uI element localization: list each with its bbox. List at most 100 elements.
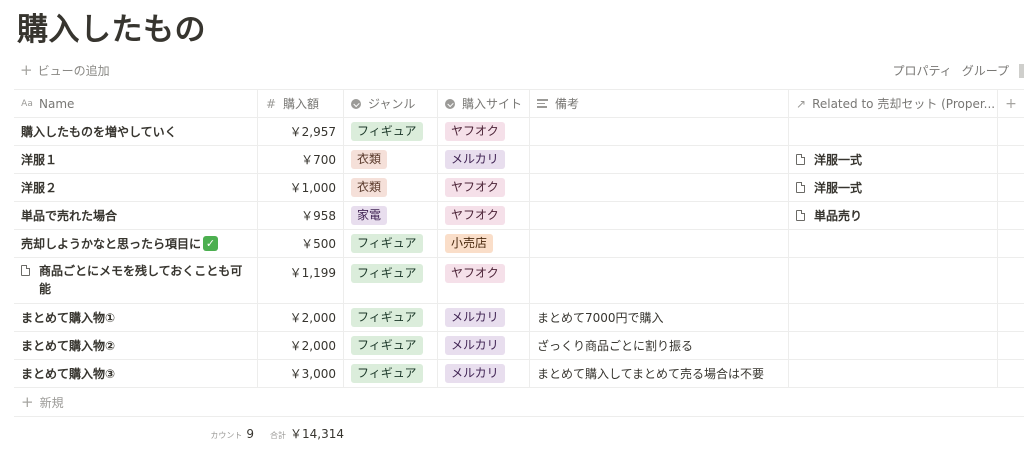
cell-amount[interactable]: ￥958 — [258, 202, 344, 229]
memo-text: ざっくり商品ごとに割り振る — [537, 339, 694, 353]
related-page-link[interactable]: 単品売り — [814, 207, 862, 224]
cell-amount[interactable]: ￥2,000 — [258, 304, 344, 331]
add-column-button[interactable]: + — [998, 90, 1024, 117]
table-row[interactable]: 購入したものを増やしていく ￥2,957 フィギュア ヤフオク — [14, 118, 1024, 146]
cell-site[interactable]: ヤフオク — [438, 202, 530, 229]
cell-related[interactable]: 単品売り — [789, 202, 998, 229]
cell-memo[interactable] — [530, 230, 789, 257]
cell-amount[interactable]: ￥2,957 — [258, 118, 344, 145]
plus-icon: + — [21, 392, 34, 411]
cell-genre[interactable]: フィギュア — [344, 360, 438, 387]
cell-amount[interactable]: ￥1,199 — [258, 258, 344, 303]
site-tag: 小売店 — [445, 234, 494, 253]
cell-name[interactable]: 売却しようかなと思ったら項目に ✓ — [14, 230, 258, 257]
cell-memo[interactable]: まとめて購入してまとめて売る場合は不要 — [530, 360, 789, 387]
cell-memo[interactable] — [530, 146, 789, 173]
cell-name[interactable]: 洋服１ — [14, 146, 258, 173]
table-row[interactable]: 売却しようかなと思ったら項目に ✓ ￥500 フィギュア 小売店 — [14, 230, 1024, 258]
footer-calculations: カウント 9 合計 ￥14,314 — [210, 425, 344, 442]
row-name: まとめて購入物③ — [21, 367, 116, 381]
cell-genre[interactable]: フィギュア — [344, 118, 438, 145]
cell-empty — [998, 304, 1024, 331]
related-page-link[interactable]: 洋服一式 — [814, 151, 862, 168]
sum-label: 合計 — [270, 431, 286, 440]
sum-value: ￥14,314 — [290, 427, 344, 441]
cell-site[interactable]: メルカリ — [438, 304, 530, 331]
cell-related[interactable] — [789, 332, 998, 359]
column-header-related[interactable]: ↗ Related to 売却セット (Proper... — [789, 90, 998, 117]
related-page-link[interactable]: 洋服一式 — [814, 179, 862, 196]
cell-name[interactable]: まとめて購入物① — [14, 304, 258, 331]
cell-name[interactable]: 単品で売れた場合 — [14, 202, 258, 229]
table-row[interactable]: まとめて購入物① ￥2,000 フィギュア メルカリ まとめて7000円で購入 — [14, 304, 1024, 332]
table-row[interactable]: 洋服１ ￥700 衣類 メルカリ 洋服一式 — [14, 146, 1024, 174]
cell-genre[interactable]: フィギュア — [344, 230, 438, 257]
amount-value: ￥958 — [301, 209, 336, 223]
count-value: 9 — [246, 427, 254, 441]
cell-name[interactable]: まとめて購入物② — [14, 332, 258, 359]
cell-amount[interactable]: ￥2,000 — [258, 332, 344, 359]
cell-related[interactable]: 洋服一式 — [789, 174, 998, 201]
cell-empty — [998, 360, 1024, 387]
group-button[interactable]: グループ — [962, 62, 1009, 79]
cell-genre[interactable]: 衣類 — [344, 174, 438, 201]
cell-name[interactable]: 購入したものを増やしていく — [14, 118, 258, 145]
genre-tag: フィギュア — [351, 234, 423, 253]
genre-tag: 家電 — [351, 206, 388, 225]
cell-memo[interactable] — [530, 258, 789, 303]
cell-genre[interactable]: フィギュア — [344, 304, 438, 331]
cell-related[interactable] — [789, 230, 998, 257]
cell-related[interactable]: 洋服一式 — [789, 146, 998, 173]
column-header-genre[interactable]: ジャンル — [344, 90, 438, 117]
column-header-name[interactable]: Aa Name — [14, 90, 258, 117]
table-row[interactable]: 商品ごとにメモを残しておくことも可能 ￥1,199 フィギュア ヤフオク — [14, 258, 1024, 304]
cell-genre[interactable]: フィギュア — [344, 332, 438, 359]
cell-site[interactable]: ヤフオク — [438, 118, 530, 145]
cell-memo[interactable] — [530, 174, 789, 201]
column-header-site[interactable]: 購入サイト — [438, 90, 530, 117]
amount-value: ￥1,000 — [289, 181, 336, 195]
site-tag: ヤフオク — [445, 206, 505, 225]
cell-site[interactable]: メルカリ — [438, 146, 530, 173]
column-header-memo[interactable]: 備考 — [530, 90, 789, 117]
database-table: Aa Name # 購入額 ジャンル 購入サイト 備考 ↗ Related to… — [14, 89, 1024, 417]
new-row-button[interactable]: + 新規 — [14, 388, 1024, 417]
cell-memo[interactable]: まとめて7000円で購入 — [530, 304, 789, 331]
cell-name[interactable]: 商品ごとにメモを残しておくことも可能 — [14, 258, 258, 303]
cell-empty — [998, 146, 1024, 173]
view-toolbar: プロパティ グループ — [892, 62, 1024, 79]
cell-site[interactable]: ヤフオク — [438, 174, 530, 201]
cell-genre[interactable]: フィギュア — [344, 258, 438, 303]
cell-genre[interactable]: 家電 — [344, 202, 438, 229]
amount-value: ￥700 — [301, 153, 336, 167]
cell-memo[interactable] — [530, 118, 789, 145]
cell-memo[interactable]: ざっくり商品ごとに割り振る — [530, 332, 789, 359]
cell-related[interactable] — [789, 118, 998, 145]
add-view-button[interactable]: + ビューの追加 — [20, 62, 110, 79]
page-title: 購入したもの — [17, 12, 206, 48]
table-body: 購入したものを増やしていく ￥2,957 フィギュア ヤフオク 洋服１ ￥700 衣類 メルカ… — [14, 118, 1024, 388]
cell-site[interactable]: 小売店 — [438, 230, 530, 257]
row-name: まとめて購入物② — [21, 339, 116, 353]
cell-amount[interactable]: ￥500 — [258, 230, 344, 257]
cell-memo[interactable] — [530, 202, 789, 229]
cell-name[interactable]: 洋服２ — [14, 174, 258, 201]
table-row[interactable]: まとめて購入物② ￥2,000 フィギュア メルカリ ざっくり商品ごとに割り振る — [14, 332, 1024, 360]
column-header-amount[interactable]: # 購入額 — [258, 90, 344, 117]
table-row[interactable]: まとめて購入物③ ￥3,000 フィギュア メルカリ まとめて購入してまとめて売る場合は… — [14, 360, 1024, 388]
properties-button[interactable]: プロパティ — [892, 62, 951, 79]
cell-amount[interactable]: ￥700 — [258, 146, 344, 173]
cell-amount[interactable]: ￥1,000 — [258, 174, 344, 201]
cell-site[interactable]: メルカリ — [438, 360, 530, 387]
amount-value: ￥2,000 — [289, 311, 336, 325]
cell-related[interactable] — [789, 360, 998, 387]
cell-site[interactable]: ヤフオク — [438, 258, 530, 303]
cell-related[interactable] — [789, 304, 998, 331]
cell-genre[interactable]: 衣類 — [344, 146, 438, 173]
cell-amount[interactable]: ￥3,000 — [258, 360, 344, 387]
table-row[interactable]: 洋服２ ￥1,000 衣類 ヤフオク 洋服一式 — [14, 174, 1024, 202]
cell-name[interactable]: まとめて購入物③ — [14, 360, 258, 387]
cell-related[interactable] — [789, 258, 998, 303]
table-row[interactable]: 単品で売れた場合 ￥958 家電 ヤフオク 単品売り — [14, 202, 1024, 230]
cell-site[interactable]: メルカリ — [438, 332, 530, 359]
